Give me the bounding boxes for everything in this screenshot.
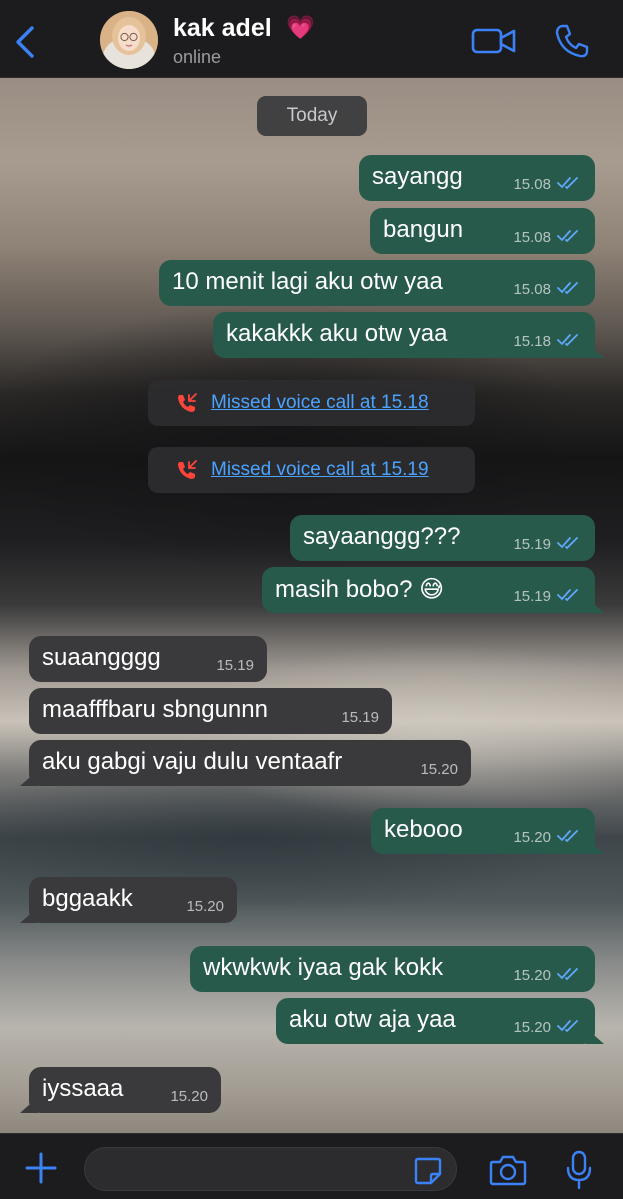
avatar[interactable] bbox=[100, 11, 158, 69]
read-ticks-icon bbox=[557, 282, 578, 295]
message-time: 15.19 bbox=[513, 536, 551, 553]
missed-call-link[interactable]: Missed voice call at 15.19 bbox=[211, 459, 429, 481]
message-text: sayaanggg??? bbox=[303, 523, 461, 550]
missed-call-icon bbox=[178, 393, 197, 412]
camera-icon bbox=[489, 1155, 527, 1186]
phone-icon bbox=[555, 24, 589, 58]
message-text: wkwkwk iyaa gak kokk bbox=[203, 954, 444, 981]
message-time: 15.19 bbox=[216, 657, 254, 674]
message-text: aku gabgi vaju dulu ventaafr bbox=[42, 748, 343, 775]
message-text: kakakkk aku otw yaa bbox=[226, 320, 448, 347]
read-ticks-icon bbox=[557, 968, 578, 981]
read-ticks-icon bbox=[557, 830, 578, 843]
message-time: 15.08 bbox=[513, 176, 551, 193]
missed-call-link[interactable]: Missed voice call at 15.18 bbox=[211, 392, 429, 414]
message-outgoing[interactable]: sayaanggg??? 15.19 bbox=[290, 515, 595, 561]
message-time: 15.08 bbox=[513, 281, 551, 298]
sticker-button[interactable] bbox=[413, 1156, 443, 1186]
message-text: masih bobo? 😅 bbox=[275, 575, 445, 603]
read-ticks-icon bbox=[557, 589, 578, 602]
attach-button[interactable] bbox=[24, 1151, 58, 1185]
message-text: 10 menit lagi aku otw yaa bbox=[172, 268, 443, 295]
message-time: 15.08 bbox=[513, 229, 551, 246]
message-text: sayangg bbox=[372, 163, 463, 190]
read-ticks-icon bbox=[557, 1020, 578, 1033]
date-separator: Today bbox=[257, 96, 367, 136]
read-ticks-icon bbox=[557, 177, 578, 190]
avatar-image bbox=[100, 11, 158, 69]
video-call-button[interactable] bbox=[471, 26, 517, 56]
message-incoming[interactable]: bggaakk 15.20 bbox=[29, 877, 237, 923]
message-outgoing[interactable]: masih bobo? 😅 15.19 bbox=[262, 567, 595, 613]
chat-area[interactable]: Today sayangg 15.08 bangun 15.08 10 meni… bbox=[0, 78, 623, 1133]
message-text: bangun bbox=[383, 216, 464, 243]
message-outgoing[interactable]: kakakkk aku otw yaa 15.18 bbox=[213, 312, 595, 358]
plus-icon bbox=[25, 1152, 57, 1184]
message-text: suaangggg bbox=[42, 644, 161, 671]
message-incoming[interactable]: maafffbaru sbngunnn 15.19 bbox=[29, 688, 392, 734]
message-text: aku otw aja yaa bbox=[289, 1006, 456, 1033]
message-incoming[interactable]: suaangggg 15.19 bbox=[29, 636, 267, 682]
read-ticks-icon bbox=[557, 537, 578, 550]
message-time: 15.19 bbox=[341, 709, 379, 726]
message-text: maafffbaru sbngunnn bbox=[42, 696, 268, 723]
message-text: bggaakk bbox=[42, 885, 133, 912]
message-time: 15.20 bbox=[186, 898, 224, 915]
voice-call-button[interactable] bbox=[553, 22, 591, 60]
missed-call-notice[interactable]: Missed voice call at 15.19 bbox=[148, 447, 475, 493]
message-incoming[interactable]: aku gabgi vaju dulu ventaafr 15.20 bbox=[29, 740, 471, 786]
sticker-icon bbox=[414, 1157, 442, 1185]
message-outgoing[interactable]: 10 menit lagi aku otw yaa 15.08 bbox=[159, 260, 595, 306]
message-outgoing[interactable]: kebooo 15.20 bbox=[371, 808, 595, 854]
back-button[interactable] bbox=[10, 22, 40, 62]
message-text: kebooo bbox=[384, 816, 463, 843]
contact-status: online bbox=[173, 47, 222, 67]
message-time: 15.18 bbox=[513, 333, 551, 350]
message-time: 15.20 bbox=[170, 1088, 208, 1105]
message-outgoing[interactable]: aku otw aja yaa 15.20 bbox=[276, 998, 595, 1044]
read-ticks-icon bbox=[557, 334, 578, 347]
message-text: iyssaaa bbox=[42, 1075, 124, 1102]
missed-call-icon bbox=[178, 460, 197, 479]
microphone-icon bbox=[566, 1150, 592, 1190]
message-time: 15.20 bbox=[513, 967, 551, 984]
contact-emoji: 💗 bbox=[286, 14, 315, 40]
message-time: 15.20 bbox=[513, 1019, 551, 1036]
message-outgoing[interactable]: bangun 15.08 bbox=[370, 208, 595, 254]
message-outgoing[interactable]: sayangg 15.08 bbox=[359, 155, 595, 201]
microphone-button[interactable] bbox=[565, 1150, 593, 1190]
contact-name[interactable]: kak adel bbox=[173, 14, 272, 43]
message-time: 15.20 bbox=[513, 829, 551, 846]
missed-call-notice[interactable]: Missed voice call at 15.18 bbox=[148, 380, 475, 426]
message-composer bbox=[0, 1133, 623, 1199]
message-incoming[interactable]: iyssaaa 15.20 bbox=[29, 1067, 221, 1113]
chevron-left-icon bbox=[16, 26, 34, 58]
read-ticks-icon bbox=[557, 230, 578, 243]
chat-header: kak adel 💗 online bbox=[0, 0, 623, 78]
camera-button[interactable] bbox=[489, 1153, 527, 1187]
message-time: 15.20 bbox=[420, 761, 458, 778]
message-input[interactable] bbox=[84, 1147, 457, 1191]
message-time: 15.19 bbox=[513, 588, 551, 605]
message-outgoing[interactable]: wkwkwk iyaa gak kokk 15.20 bbox=[190, 946, 595, 992]
video-camera-icon bbox=[471, 28, 516, 54]
